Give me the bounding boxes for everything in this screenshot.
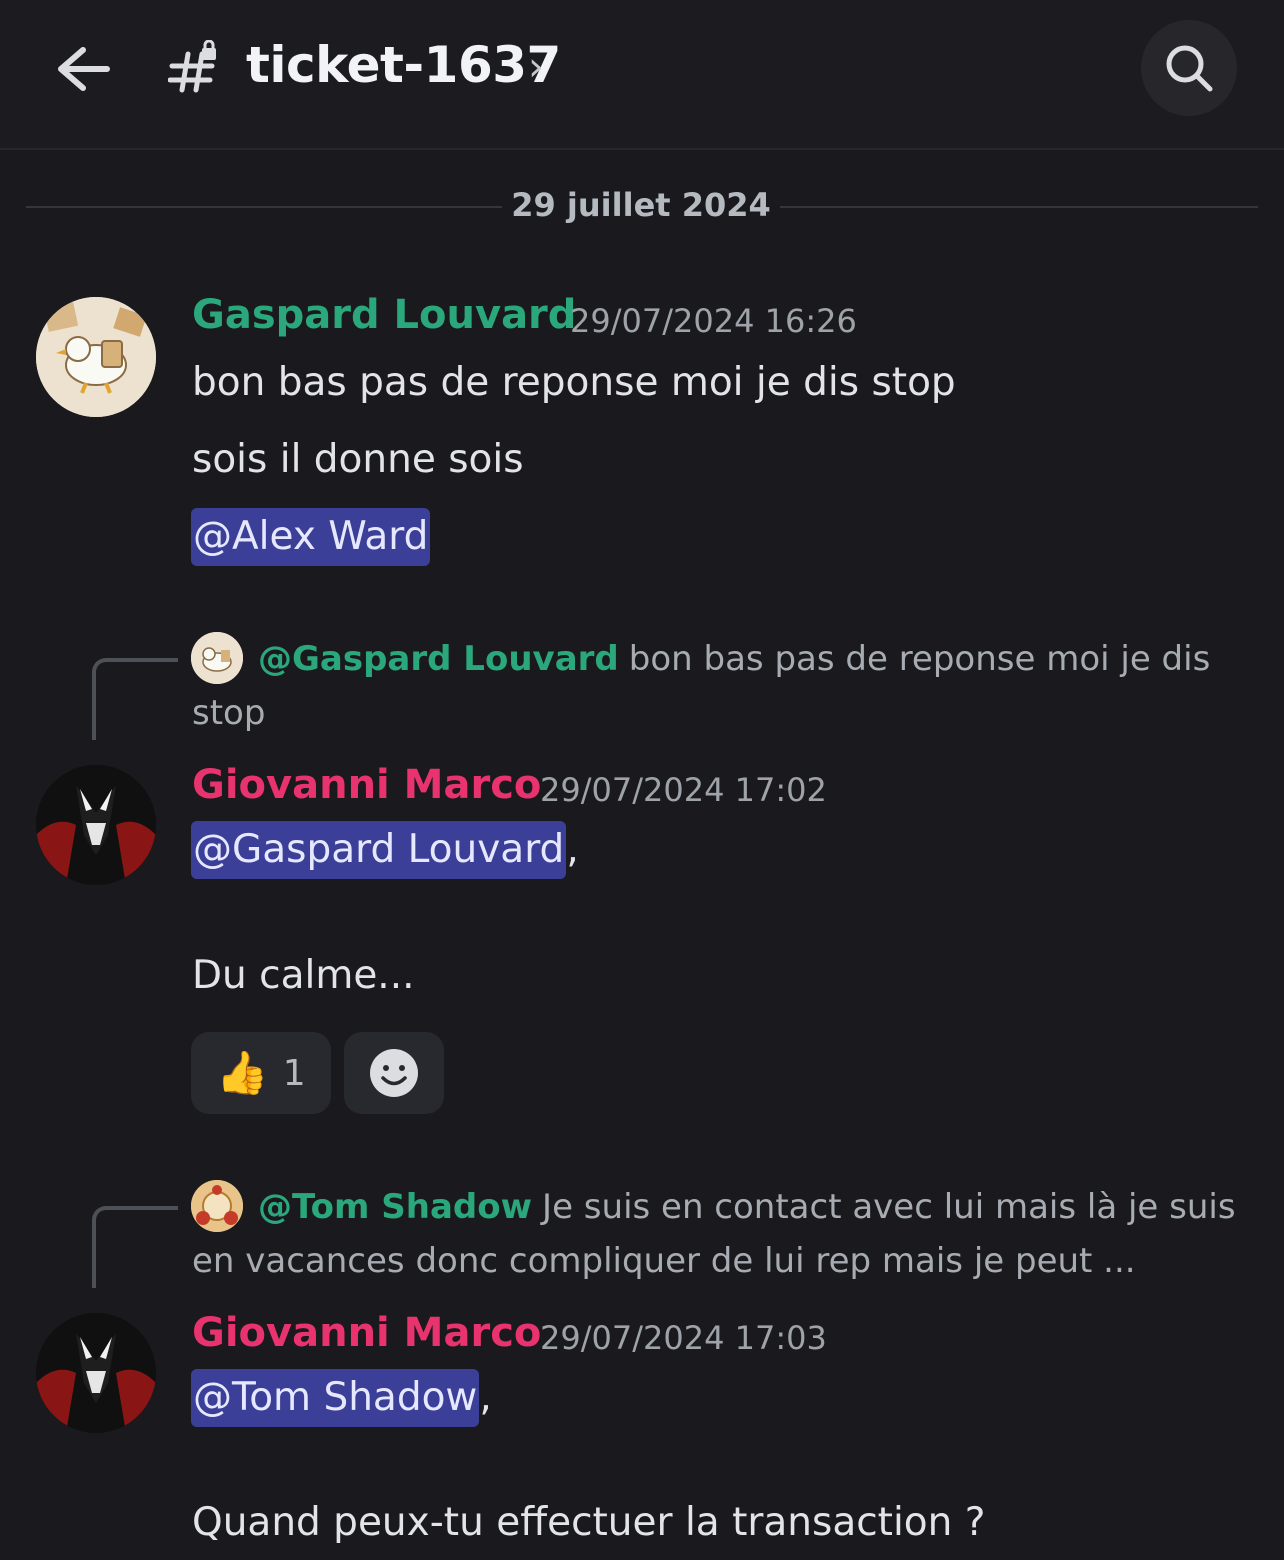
message-text: Quand peux-tu effectuer la transaction ? <box>192 1500 986 1545</box>
message-author[interactable]: Giovanni Marco <box>192 762 541 808</box>
channel-header: ticket-1637 › <box>0 0 1284 150</box>
message-timestamp: 29/07/2024 17:02 <box>540 771 827 809</box>
chevron-right-icon[interactable]: › <box>528 44 544 90</box>
channel-name[interactable]: ticket-1637 <box>246 36 561 94</box>
thumbs-up-icon: 👍 <box>216 1048 269 1097</box>
message-timestamp: 29/07/2024 16:26 <box>570 302 857 340</box>
reply-preview[interactable]: @Tom Shadow Je suis en contact avec lui m… <box>192 1180 1252 1288</box>
avatar[interactable] <box>36 765 156 885</box>
mention-suffix: , <box>566 827 579 872</box>
message-text: Du calme... <box>192 953 415 998</box>
magnifier-icon <box>1166 45 1213 92</box>
message-author[interactable]: Gaspard Louvard <box>192 292 576 338</box>
venom-avatar-icon <box>36 1313 156 1433</box>
back-button[interactable] <box>50 36 116 102</box>
message-mention-line: @Gaspard Louvard, <box>191 821 579 879</box>
reply-connector <box>92 658 178 740</box>
venom-avatar-icon <box>36 765 156 885</box>
reply-preview[interactable]: @Gaspard Louvard bon bas pas de reponse m… <box>192 632 1252 740</box>
user-mention[interactable]: @Alex Ward <box>191 508 431 566</box>
divider-line-right <box>780 206 1258 208</box>
locked-hash-icon <box>167 39 222 94</box>
message-mention-line: @Tom Shadow, <box>191 1369 492 1427</box>
smiley-add-icon <box>370 1049 418 1097</box>
avatar[interactable] <box>36 297 156 417</box>
reply-author[interactable]: @Gaspard Louvard <box>258 639 619 679</box>
avatar[interactable] <box>36 1313 156 1433</box>
reply-connector <box>92 1206 178 1288</box>
message-text: bon bas pas de reponse moi je dis stop <box>192 360 956 405</box>
date-divider: 29 juillet 2024 <box>511 186 771 224</box>
reply-author[interactable]: @Tom Shadow <box>258 1187 532 1227</box>
message-text: sois il donne sois <box>192 437 524 482</box>
search-button[interactable] <box>1141 20 1237 116</box>
message-timestamp: 29/07/2024 17:03 <box>540 1319 827 1357</box>
duck-avatar-icon <box>36 297 156 417</box>
reaction-thumbs-up[interactable]: 👍 1 <box>191 1032 331 1114</box>
divider-line-left <box>26 206 502 208</box>
arrow-left-icon <box>58 47 110 91</box>
message-author[interactable]: Giovanni Marco <box>192 1310 541 1356</box>
user-mention[interactable]: @Gaspard Louvard <box>191 821 567 879</box>
mention-suffix: , <box>479 1375 492 1420</box>
chat-screen: ticket-1637 › 29 juillet 2024 Gaspard Lo… <box>0 0 1284 1560</box>
user-mention[interactable]: @Tom Shadow <box>191 1369 480 1427</box>
add-reaction-button[interactable] <box>344 1032 444 1114</box>
reaction-count: 1 <box>282 1052 306 1094</box>
